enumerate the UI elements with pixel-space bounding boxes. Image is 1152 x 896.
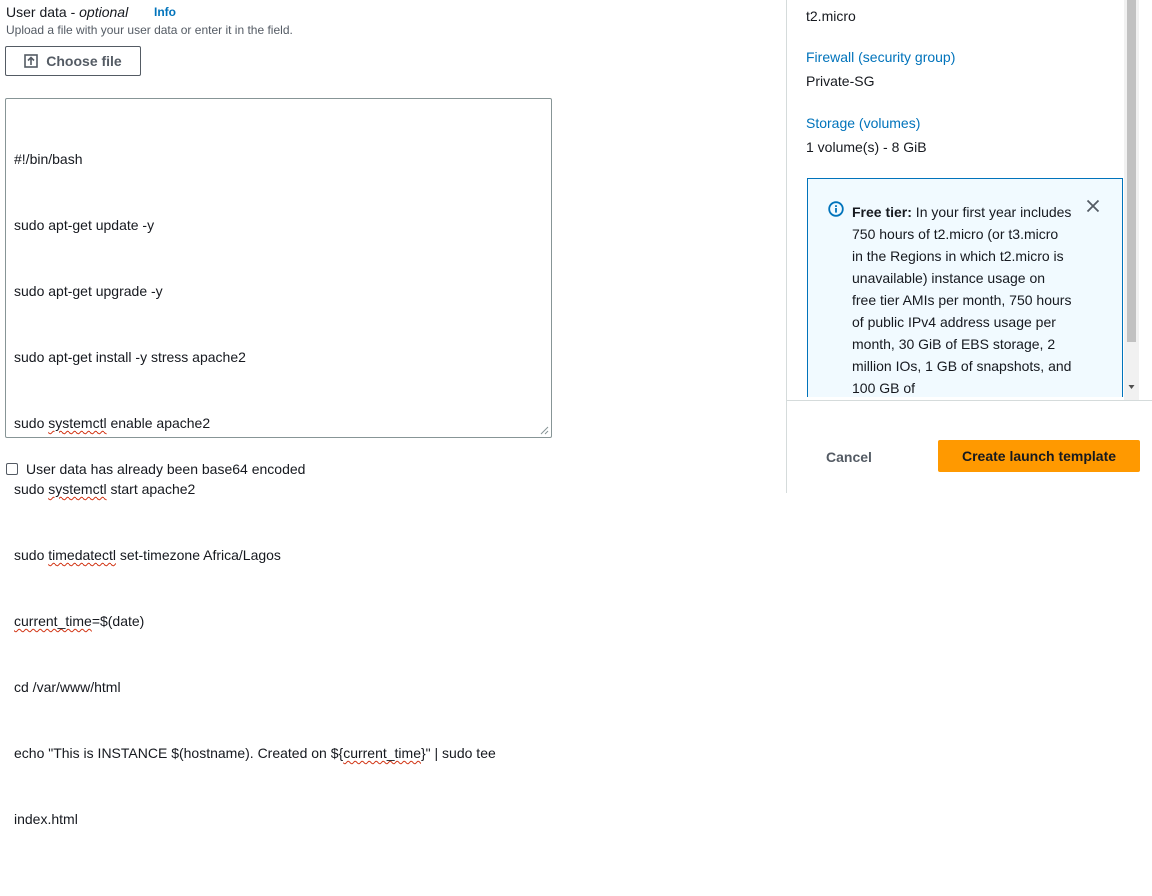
script-line: sudo systemctl start apache2 — [14, 481, 196, 497]
user-data-description: Upload a file with your user data or ent… — [6, 23, 293, 37]
script-line: sudo apt-get update -y — [14, 217, 155, 233]
script-line: index.html — [14, 811, 78, 827]
create-launch-template-button[interactable]: Create launch template — [938, 440, 1140, 472]
free-tier-text: Free tier: In your first year includes 7… — [852, 204, 1072, 396]
summary-panel: t2.micro Firewall (security group) Priva… — [787, 0, 1152, 493]
script-line: echo "This is INSTANCE $(hostname). Crea… — [14, 745, 496, 761]
base64-checkbox[interactable] — [6, 463, 18, 475]
footer-divider — [787, 400, 1152, 401]
base64-label: User data has already been base64 encode… — [26, 461, 306, 477]
resize-grip-icon[interactable] — [540, 426, 549, 435]
storage-value: 1 volume(s) - 8 GiB — [806, 139, 927, 155]
script-line: cd /var/www/html — [14, 679, 121, 695]
free-tier-alert: Free tier: In your first year includes 7… — [807, 178, 1123, 397]
instance-type-value: t2.micro — [806, 8, 856, 24]
script-line: #!/bin/bash — [14, 151, 83, 167]
script-line: current_time=$(date) — [14, 613, 145, 629]
scroll-down-arrow-icon[interactable] — [1126, 381, 1137, 392]
firewall-value: Private-SG — [806, 73, 875, 89]
script-line: sudo systemctl enable apache2 — [14, 415, 211, 431]
script-line: sudo apt-get upgrade -y — [14, 283, 163, 299]
close-icon[interactable] — [1086, 199, 1100, 213]
script-line: sudo timedatectl set-timezone Africa/Lag… — [14, 547, 281, 563]
info-link[interactable]: Info — [154, 5, 176, 19]
choose-file-label: Choose file — [46, 53, 122, 69]
upload-icon — [24, 54, 39, 68]
firewall-link[interactable]: Firewall (security group) — [806, 49, 955, 65]
user-data-panel: User data - optional Info Upload a file … — [0, 0, 760, 827]
choose-file-button[interactable]: Choose file — [5, 46, 141, 76]
info-circle-icon — [828, 201, 844, 217]
script-line: sudo apt-get install -y stress apache2 — [14, 349, 246, 365]
storage-link[interactable]: Storage (volumes) — [806, 115, 920, 131]
cancel-button[interactable]: Cancel — [806, 441, 892, 472]
user-data-title: User data - optional — [6, 4, 129, 20]
user-data-textarea[interactable]: #!/bin/bash sudo apt-get update -y sudo … — [5, 98, 552, 827]
base64-row: User data has already been base64 encode… — [6, 461, 305, 477]
summary-scroll-thumb[interactable] — [1127, 0, 1136, 342]
